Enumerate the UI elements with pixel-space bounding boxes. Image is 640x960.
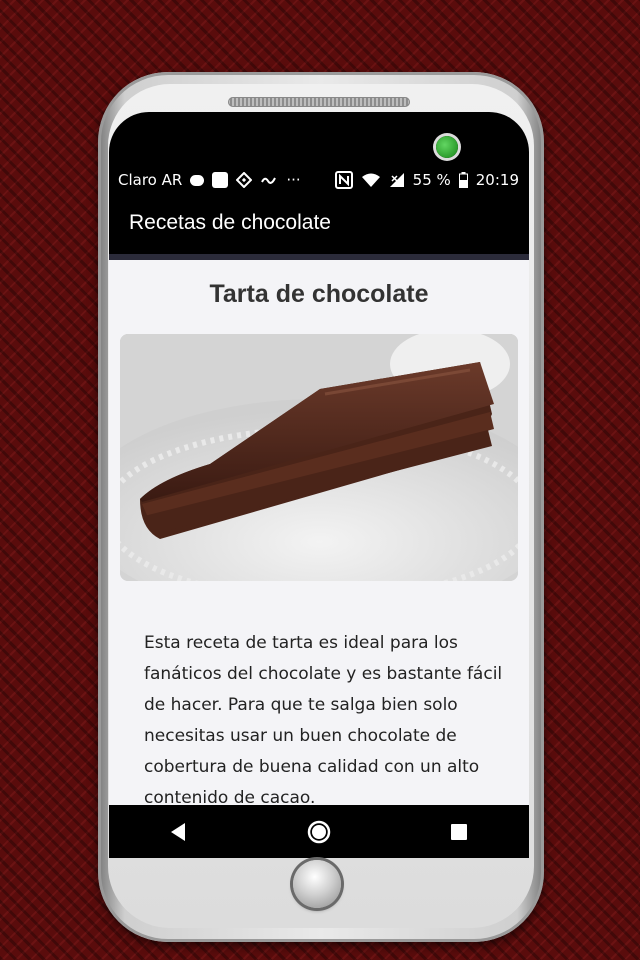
binance-icon bbox=[236, 172, 253, 188]
recents-icon bbox=[451, 823, 467, 840]
home-button[interactable] bbox=[289, 812, 349, 852]
clock: 20:19 bbox=[475, 171, 519, 189]
signal-icon bbox=[389, 173, 404, 187]
carrier-label: Claro AR bbox=[118, 171, 183, 189]
hardware-home-button[interactable] bbox=[293, 860, 341, 908]
phone-screen: Claro AR ··· 55 % 20:19 Recetas de choco… bbox=[109, 168, 529, 858]
battery-percent: 55 % bbox=[412, 171, 451, 189]
front-camera-icon bbox=[436, 136, 458, 158]
phone-frame: Claro AR ··· 55 % 20:19 Recetas de choco… bbox=[98, 72, 544, 942]
notification-square-icon bbox=[212, 172, 229, 188]
app-bar: Recetas de chocolate bbox=[109, 192, 529, 260]
status-bar: Claro AR ··· 55 % 20:19 bbox=[109, 168, 529, 192]
back-button[interactable] bbox=[149, 812, 209, 852]
battery-icon bbox=[458, 172, 468, 188]
recipe-title: Tarta de chocolate bbox=[209, 280, 429, 308]
back-icon bbox=[171, 822, 185, 841]
chat-bubble-icon bbox=[190, 174, 205, 186]
recipe-description: Esta receta de tarta es ideal para los f… bbox=[144, 633, 503, 805]
top-bezel bbox=[109, 112, 529, 168]
wifi-icon bbox=[361, 173, 380, 187]
app-title: Recetas de chocolate bbox=[129, 211, 331, 234]
home-icon bbox=[307, 820, 331, 843]
swipe-icon bbox=[261, 177, 277, 184]
recipe-content[interactable]: Tarta de chocolate Esta receta de tarta … bbox=[109, 260, 529, 805]
nfc-icon bbox=[334, 171, 353, 189]
more-notifications-icon: ··· bbox=[286, 171, 301, 189]
cake-illustration bbox=[120, 334, 518, 581]
recents-button[interactable] bbox=[429, 812, 489, 852]
chocolate-cake-photo bbox=[120, 334, 518, 581]
navigation-bar bbox=[109, 805, 529, 858]
earpiece-speaker bbox=[228, 97, 410, 107]
